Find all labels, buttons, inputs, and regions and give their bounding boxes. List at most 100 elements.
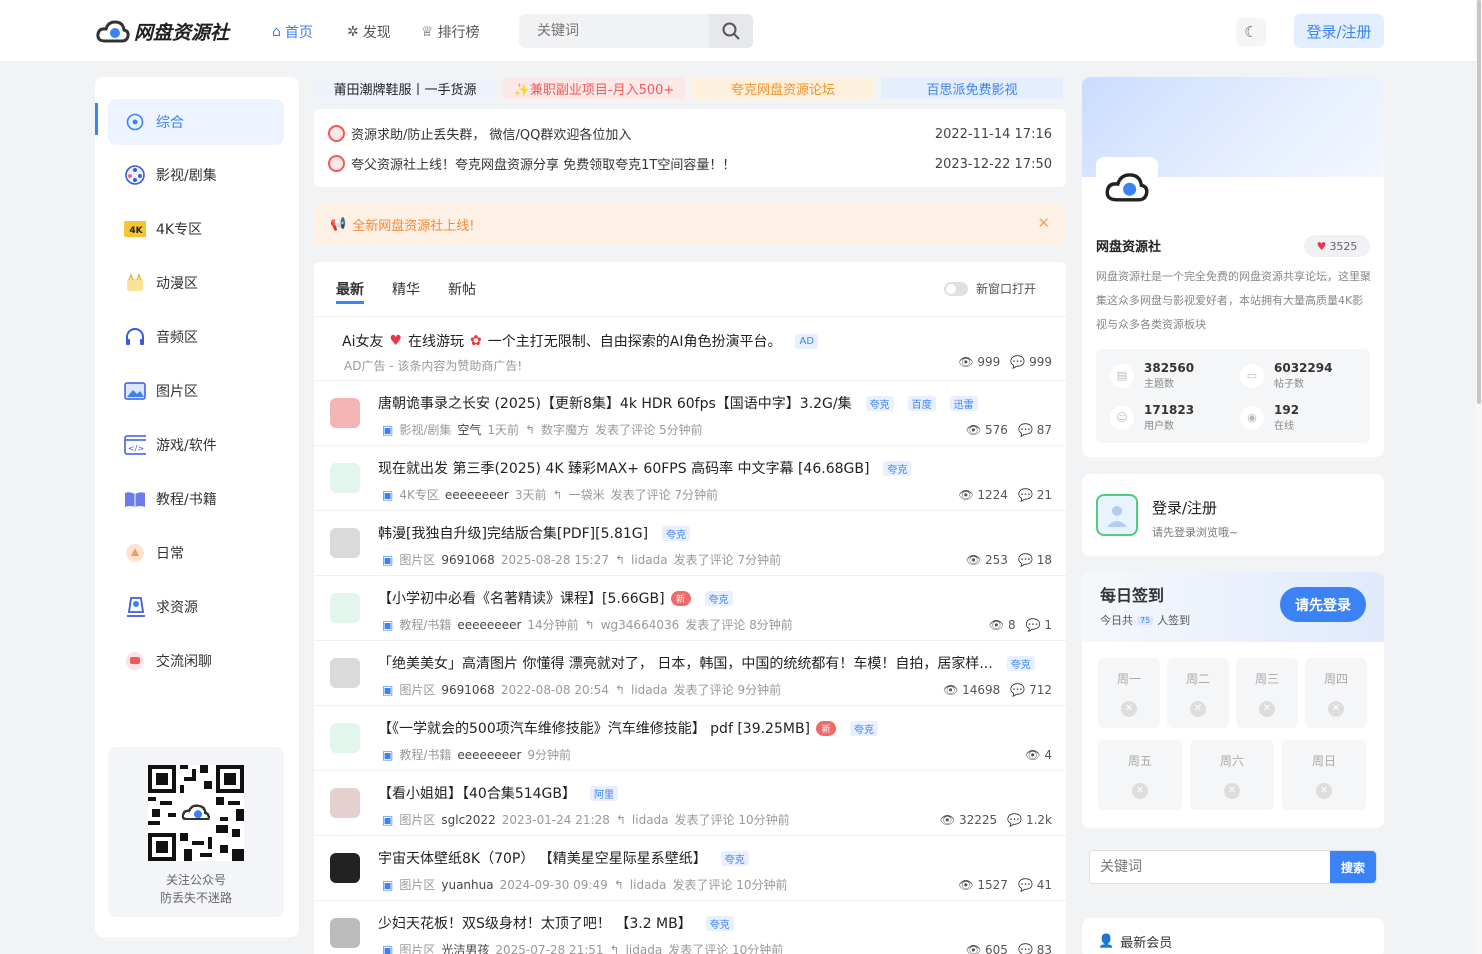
sidebar-item-images[interactable]: 图片区 bbox=[108, 368, 284, 414]
ad-banner-2[interactable]: ✨兼职副业项目-月入500+ bbox=[503, 77, 685, 99]
post-title[interactable]: 【小学初中必看《名著精读》课程】[5.66GB] 新夸克 bbox=[378, 588, 733, 608]
author-avatar[interactable] bbox=[330, 593, 360, 623]
post-row[interactable]: 「绝美美女」高清图片 你懂得 漂亮就对了， 日本，韩国，中国的统统都有！车模！自… bbox=[314, 640, 1066, 705]
sidebar-item-request[interactable]: 求资源 bbox=[108, 584, 284, 630]
sidebar-item-chat[interactable]: 交流闲聊 bbox=[108, 638, 284, 684]
header-search-input[interactable] bbox=[519, 14, 699, 48]
sidebar-item-label: 4K专区 bbox=[156, 222, 203, 238]
author-avatar[interactable] bbox=[330, 853, 360, 883]
sidebar-item-label: 影视/剧集 bbox=[156, 168, 217, 184]
post-title[interactable]: 「绝美美女」高清图片 你懂得 漂亮就对了， 日本，韩国，中国的统统都有！车模！自… bbox=[378, 653, 1035, 673]
sidebar-search-button[interactable]: 搜索 bbox=[1330, 851, 1376, 883]
notice-item[interactable]: 夸父资源社上线！夸克网盘资源分享 免费领取夸克1T空间容量！！ bbox=[328, 154, 735, 173]
views-count: 👁 8 bbox=[988, 618, 1016, 632]
sidebar-item-daily[interactable]: 日常 bbox=[108, 530, 284, 576]
tab-latest[interactable]: 最新 bbox=[336, 279, 364, 304]
nav-discover[interactable]: ✲ 发现 bbox=[347, 22, 391, 42]
likes-badge[interactable]: ♥ 3525 bbox=[1304, 235, 1370, 257]
post-time: 1天前 bbox=[487, 423, 520, 437]
post-title[interactable]: 宇宙天体壁纸8K（70P） 【精美星空星际星系壁纸】 夸克 bbox=[378, 848, 749, 868]
site-logo[interactable]: 网盘资源社 bbox=[96, 18, 229, 45]
ad-banner-4[interactable]: 百思派免费影视 bbox=[881, 77, 1063, 99]
post-meta: ▣ 教程/书籍 eeeeeeeer 9分钟前 bbox=[382, 746, 571, 763]
checkin-login-button[interactable]: 请先登录 bbox=[1280, 587, 1366, 622]
header-search-button[interactable] bbox=[709, 14, 753, 48]
author-avatar[interactable] bbox=[330, 723, 360, 753]
post-title[interactable]: 韩漫[我独自升级]完结版合集[PDF][5.81G] 夸克 bbox=[378, 523, 691, 543]
post-category: 图片区 bbox=[399, 553, 436, 567]
author-avatar[interactable] bbox=[330, 918, 360, 948]
post-row[interactable]: 韩漫[我独自升级]完结版合集[PDF][5.81G] 夸克 ▣ 图片区 9691068… bbox=[314, 510, 1066, 575]
post-stats: 👁 605 💬 83 bbox=[966, 943, 1052, 954]
sidebar-item-film[interactable]: 影视/剧集 bbox=[108, 152, 284, 198]
tab-featured[interactable]: 精华 bbox=[392, 279, 420, 299]
post-row[interactable]: 唐朝诡事录之长安 (2025)【更新8集】4k HDR 60fps【国语中字】3… bbox=[314, 380, 1066, 445]
author-avatar[interactable] bbox=[330, 398, 360, 428]
nav-ranking[interactable]: ♕ 排行榜 bbox=[421, 22, 480, 42]
post-title[interactable]: 少妇天花板！双S级身材！太顶了吧！ 【3.2 MB】 夸克 bbox=[378, 913, 734, 933]
post-stats: 👁 1527 💬 41 bbox=[958, 878, 1052, 892]
new-window-toggle[interactable]: 新窗口打开 bbox=[944, 280, 1036, 297]
author-avatar[interactable] bbox=[330, 463, 360, 493]
megaphone-icon: 📢 bbox=[330, 217, 347, 232]
close-icon[interactable]: ✕ bbox=[1037, 214, 1050, 232]
post-author: 9691068 bbox=[441, 552, 495, 567]
site-stats: ▤ 382560 主题数 ▭ 6032294 帖子数 ☺ 171823 用户数 ◉ 192 在线 bbox=[1096, 349, 1370, 443]
login-register-button[interactable]: 登录/注册 bbox=[1294, 14, 1384, 48]
post-row[interactable]: 宇宙天体壁纸8K（70P） 【精美星空星际星系壁纸】 夸克 ▣ 图片区 yuanhua… bbox=[314, 835, 1066, 900]
sidebar-item-games[interactable]: </> 游戏/软件 bbox=[108, 422, 284, 468]
notice-item[interactable]: 资源求助/防止丢失群， 微信/QQ群欢迎各位加入 bbox=[328, 124, 631, 143]
author-avatar[interactable] bbox=[330, 658, 360, 688]
sidebar-item-label: 游戏/软件 bbox=[156, 438, 217, 454]
post-meta: ▣ 图片区 yuanhua 2024-09-30 09:49 ↰ lidada 发表了评论 … bbox=[382, 876, 788, 893]
reply-icon: ↰ bbox=[614, 682, 626, 697]
post-row[interactable]: 少妇天花板！双S级身材！太顶了吧！ 【3.2 MB】 夸克 ▣ 图片区 光洁男孩 202… bbox=[314, 900, 1066, 954]
pan-tag: 夸克 bbox=[883, 460, 912, 476]
sidebar-item-anime[interactable]: 动漫区 bbox=[108, 260, 284, 306]
x-circle-icon: ✕ bbox=[1328, 701, 1344, 717]
tab-new-posts[interactable]: 新帖 bbox=[448, 279, 476, 299]
chat-icon bbox=[124, 650, 146, 672]
sidebar-search-input[interactable] bbox=[1090, 851, 1320, 883]
sidebar-item-label: 教程/书籍 bbox=[156, 492, 217, 508]
comment-icon: 💬 bbox=[1017, 943, 1033, 954]
post-category: 图片区 bbox=[399, 878, 436, 892]
ad-row[interactable]: Ai女友 ♥ 在线游玩 ✿ 一个主打无限制、自由探索的AI角色扮演平台。 AD AD广告 … bbox=[314, 316, 1066, 380]
post-row[interactable]: 现在就出发 第三季(2025) 4K 臻彩MAX+ 60FPS 高码率 中文字幕… bbox=[314, 445, 1066, 510]
eye-icon: 👁 bbox=[939, 813, 956, 827]
sidebar-item-4k[interactable]: 4K 4K专区 bbox=[108, 206, 284, 252]
dark-mode-toggle[interactable]: ☾ bbox=[1236, 18, 1266, 46]
ad-banner-1[interactable]: 莆田潮牌鞋服丨一手货源 bbox=[314, 77, 496, 99]
comments-count: 💬 1 bbox=[1025, 618, 1052, 632]
signal-icon: ◉ bbox=[1240, 405, 1264, 430]
ad-banner-3[interactable]: 夸克网盘资源论坛 bbox=[692, 77, 874, 99]
post-title[interactable]: 【看小姐姐】【40合集514GB】 阿里 bbox=[378, 783, 618, 803]
author-avatar[interactable] bbox=[330, 528, 360, 558]
post-time: 3天前 bbox=[514, 488, 547, 502]
sidebar-item-general[interactable]: 综合 bbox=[108, 99, 284, 145]
author-avatar[interactable] bbox=[330, 788, 360, 818]
post-row[interactable]: 【小学初中必看《名著精读》课程】[5.66GB] 新夸克 ▣ 教程/书籍 eeeeee… bbox=[314, 575, 1066, 640]
post-meta: ▣ 教程/书籍 eeeeeeeer 14分钟前 ↰ wg34664036 发表了评论 8分钟… bbox=[382, 616, 793, 633]
profile-card: 网盘资源社 ♥ 3525 网盘资源社是一个完全免费的网盘资源共享论坛，这里聚集这众… bbox=[1082, 77, 1384, 457]
post-reply-text: 发表了评论 7分钟前 bbox=[610, 488, 719, 502]
page-scrollbar[interactable] bbox=[1476, 0, 1482, 954]
post-row[interactable]: 【看小姐姐】【40合集514GB】 阿里 ▣ 图片区 sglc2022 2023-01-… bbox=[314, 770, 1066, 835]
post-title[interactable]: 唐朝诡事录之长安 (2025)【更新8集】4k HDR 60fps【国语中字】3… bbox=[378, 393, 978, 413]
comment-icon: 💬 bbox=[1007, 813, 1023, 827]
post-author: yuanhua bbox=[441, 877, 494, 892]
post-category: 图片区 bbox=[399, 683, 436, 697]
post-title[interactable]: 现在就出发 第三季(2025) 4K 臻彩MAX+ 60FPS 高码率 中文字幕… bbox=[378, 458, 912, 478]
nav-home[interactable]: ⌂ 首页 bbox=[272, 22, 313, 42]
category-icon: ▣ bbox=[382, 942, 394, 954]
scrollbar-thumb[interactable] bbox=[1477, 0, 1481, 404]
doc-icon: ▤ bbox=[1110, 363, 1134, 388]
sidebar-item-books[interactable]: 教程/书籍 bbox=[108, 476, 284, 522]
post-row[interactable]: 【《一学就会的500项汽车维修技能》汽车维修技能】 pdf [39.25MB] 新… bbox=[314, 705, 1066, 770]
login-card[interactable]: 登录/注册 请先登录浏览哦~ bbox=[1082, 474, 1384, 556]
checkin-day: 周日 ✕ bbox=[1282, 740, 1366, 810]
toggle-switch[interactable] bbox=[944, 281, 968, 296]
post-title[interactable]: 【《一学就会的500项汽车维修技能》汽车维修技能】 pdf [39.25MB] 新… bbox=[378, 718, 879, 738]
sidebar-item-audio[interactable]: 音频区 bbox=[108, 314, 284, 360]
x-circle-icon: ✕ bbox=[1224, 783, 1240, 799]
